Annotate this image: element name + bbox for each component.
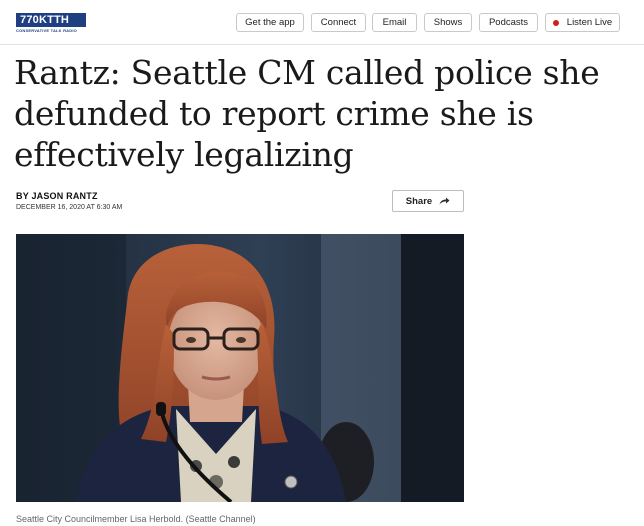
article-byline[interactable]: BY JASON RANTZ	[16, 191, 98, 201]
shows-label: Shows	[433, 17, 463, 28]
share-button[interactable]: Share	[392, 190, 464, 212]
photo-caption: Seattle City Councilmember Lisa Herbold.…	[16, 514, 256, 524]
share-arrow-icon	[439, 197, 450, 205]
connect-button[interactable]: Connect	[311, 13, 366, 32]
logo-wordmark: 770KTTH	[16, 13, 86, 27]
podcasts-label: Podcasts	[488, 17, 529, 28]
email-button[interactable]: Email	[372, 13, 417, 32]
live-dot-icon	[552, 19, 559, 26]
article-headline: Rantz: Seattle CM called police she defu…	[14, 53, 600, 174]
get-the-app-button[interactable]: Get the app	[236, 13, 304, 32]
share-label: Share	[405, 195, 433, 207]
article-photo	[16, 234, 464, 502]
get-the-app-label: Get the app	[245, 17, 295, 28]
councilmember-photo-illustration	[16, 234, 464, 502]
top-navigation-bar: 770KTTH CONSERVATIVE TALK RADIO Get the …	[0, 0, 644, 45]
podcasts-button[interactable]: Podcasts	[479, 13, 538, 32]
site-logo[interactable]: 770KTTH CONSERVATIVE TALK RADIO	[16, 13, 86, 33]
logo-tagline: CONSERVATIVE TALK RADIO	[16, 28, 77, 33]
email-label: Email	[382, 17, 407, 28]
connect-label: Connect	[320, 17, 357, 28]
listen-live-label: Listen Live	[566, 17, 613, 28]
logo-brand: KTTH	[38, 14, 70, 26]
article-date: DECEMBER 16, 2020 AT 6:30 AM	[16, 204, 123, 211]
shows-button[interactable]: Shows	[424, 13, 472, 32]
listen-live-button[interactable]: Listen Live	[545, 13, 620, 32]
logo-prefix: 770	[20, 14, 39, 26]
